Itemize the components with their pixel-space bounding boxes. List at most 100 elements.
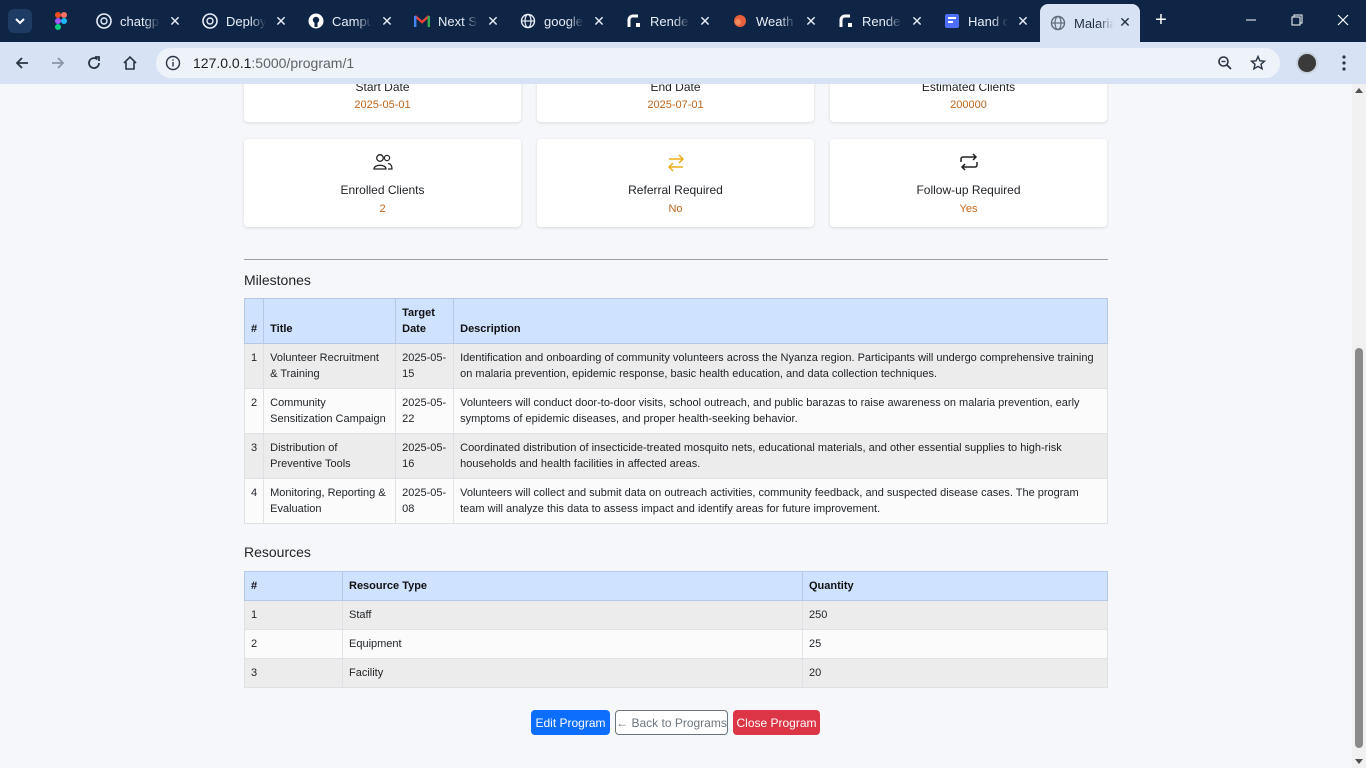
- cell-number: 2: [243, 388, 265, 434]
- column-header: Target Date: [395, 298, 455, 344]
- close-icon[interactable]: ✕: [802, 12, 820, 30]
- back-button[interactable]: [10, 51, 34, 75]
- table-row: 3 Distribution of Preventive Tools 2025-…: [243, 433, 1108, 479]
- tab-render-1[interactable]: Rende ✕: [616, 6, 720, 36]
- stat-card-end-date: End Date 2025-07-01: [537, 84, 814, 122]
- table-row: 2 Community Sensitization Campaign 2025-…: [243, 388, 1108, 434]
- column-header: Quantity: [802, 571, 1108, 601]
- column-header: #: [243, 298, 265, 344]
- tab-title: Campu: [332, 13, 372, 29]
- browser-toolbar: 127.0.0.1:5000/program/1: [0, 42, 1366, 84]
- column-header: Resource Type: [342, 571, 803, 601]
- close-icon[interactable]: ✕: [590, 12, 608, 30]
- cell-quantity: 25: [802, 629, 1108, 659]
- tab-malaria-active[interactable]: Malaria ✕: [1040, 4, 1140, 42]
- restore-button[interactable]: [1283, 8, 1311, 32]
- tab-chatgpt[interactable]: chatgp ✕: [86, 6, 190, 36]
- column-header: Description: [453, 298, 1108, 344]
- restore-icon: [1291, 14, 1303, 26]
- close-icon[interactable]: ✕: [166, 12, 184, 30]
- close-icon[interactable]: ✕: [1014, 12, 1032, 30]
- profile-avatar[interactable]: [1296, 52, 1318, 74]
- arrow-left-icon: [15, 57, 28, 69]
- home-icon: [123, 55, 137, 70]
- reload-button[interactable]: [82, 51, 106, 75]
- page-viewport: Start Date 2025-05-01 End Date 2025-07-0…: [0, 84, 1352, 768]
- resources-table: # Resource Type Quantity 1 Staff 250 2 E…: [244, 571, 1108, 688]
- url-host: 127.0.0.1: [193, 55, 252, 71]
- minimize-button[interactable]: [1237, 8, 1265, 32]
- zoom-icon[interactable]: [1215, 53, 1235, 73]
- tab-title: Malaria: [1074, 15, 1114, 31]
- tab-campus[interactable]: Campu ✕: [298, 6, 402, 36]
- site-info-icon[interactable]: [164, 54, 182, 72]
- close-icon[interactable]: ✕: [272, 12, 290, 30]
- tab-hand-c[interactable]: Hand c ✕: [934, 6, 1038, 36]
- table-row: 1 Staff 250: [244, 600, 1108, 630]
- milestones-table: # Title Target Date Description 1 Volunt…: [243, 298, 1108, 524]
- table-header-row: # Title Target Date Description: [243, 298, 1108, 344]
- close-icon: [1337, 14, 1349, 26]
- pinned-tab-figma[interactable]: [48, 8, 74, 34]
- stat-value: Yes: [959, 203, 978, 215]
- cell-title: Community Sensitization Campaign: [263, 388, 397, 434]
- column-header: Title: [263, 298, 397, 344]
- home-button[interactable]: [118, 51, 142, 75]
- cell-number: 3: [243, 433, 265, 479]
- cell-date: 2025-05-15: [395, 343, 455, 389]
- scrollbar-thumb[interactable]: [1355, 348, 1363, 748]
- tab-search-button[interactable]: [8, 9, 32, 33]
- stat-label: Estimated Clients: [921, 84, 1016, 94]
- tab-title: Deploy: [226, 13, 266, 29]
- cell-title: Monitoring, Reporting & Evaluation: [263, 478, 397, 524]
- forms-icon: [944, 13, 960, 29]
- table-header-row: # Resource Type Quantity: [244, 571, 1108, 601]
- browser-menu-button[interactable]: [1334, 52, 1354, 74]
- tab-render-2[interactable]: Rende ✕: [828, 6, 932, 36]
- scroll-up-arrow-icon[interactable]: [1355, 88, 1363, 93]
- tab-google[interactable]: google ✕: [510, 6, 614, 36]
- close-icon[interactable]: ✕: [696, 12, 714, 30]
- figma-icon: [55, 12, 67, 30]
- cell-resource-type: Staff: [342, 600, 803, 630]
- browser-tab-bar: chatgp ✕ Deploy ✕ Campu ✕ Next S ✕ googl…: [0, 0, 1366, 42]
- cell-number: 1: [244, 600, 343, 630]
- close-icon[interactable]: ✕: [378, 12, 396, 30]
- tab-weather[interactable]: Weath ✕: [722, 6, 826, 36]
- edit-program-button[interactable]: Edit Program: [531, 710, 610, 735]
- resources-heading: Resources: [244, 544, 311, 560]
- stat-label: Start Date: [355, 84, 410, 94]
- openai-icon: [96, 13, 112, 29]
- cell-date: 2025-05-08: [395, 478, 455, 524]
- close-icon[interactable]: ✕: [1116, 13, 1134, 31]
- bookmark-star-icon[interactable]: [1248, 53, 1268, 73]
- page-scrollbar[interactable]: [1352, 84, 1366, 768]
- stat-card-referral-required: Referral Required No: [537, 139, 814, 227]
- gmail-icon: [414, 13, 430, 29]
- tab-title: chatgp: [120, 13, 160, 29]
- cell-number: 1: [243, 343, 265, 389]
- url-text[interactable]: 127.0.0.1:5000/program/1: [193, 55, 354, 71]
- close-program-button[interactable]: Close Program: [733, 710, 820, 735]
- repeat-icon: [830, 153, 1107, 171]
- github-icon: [308, 13, 324, 29]
- close-icon[interactable]: ✕: [484, 12, 502, 30]
- new-tab-button[interactable]: +: [1150, 9, 1172, 31]
- tab-deploy[interactable]: Deploy ✕: [192, 6, 296, 36]
- arrow-right-icon: [52, 57, 65, 69]
- globe-icon: [1050, 15, 1066, 31]
- address-bar[interactable]: 127.0.0.1:5000/program/1: [156, 48, 1280, 78]
- chevron-down-icon: [15, 18, 25, 25]
- tab-gmail[interactable]: Next S ✕: [404, 6, 508, 36]
- more-vertical-icon: [1342, 55, 1346, 71]
- stat-value: No: [668, 203, 683, 215]
- scroll-down-arrow-icon[interactable]: [1355, 759, 1363, 764]
- close-icon[interactable]: ✕: [908, 12, 926, 30]
- globe-icon: [520, 13, 536, 29]
- section-divider: [244, 259, 1108, 260]
- render-icon: [626, 13, 642, 29]
- forward-button[interactable]: [46, 51, 70, 75]
- stat-value: 2025-05-01: [354, 99, 411, 111]
- window-close-button[interactable]: [1329, 8, 1357, 32]
- back-to-programs-button[interactable]: ← Back to Programs: [615, 710, 728, 735]
